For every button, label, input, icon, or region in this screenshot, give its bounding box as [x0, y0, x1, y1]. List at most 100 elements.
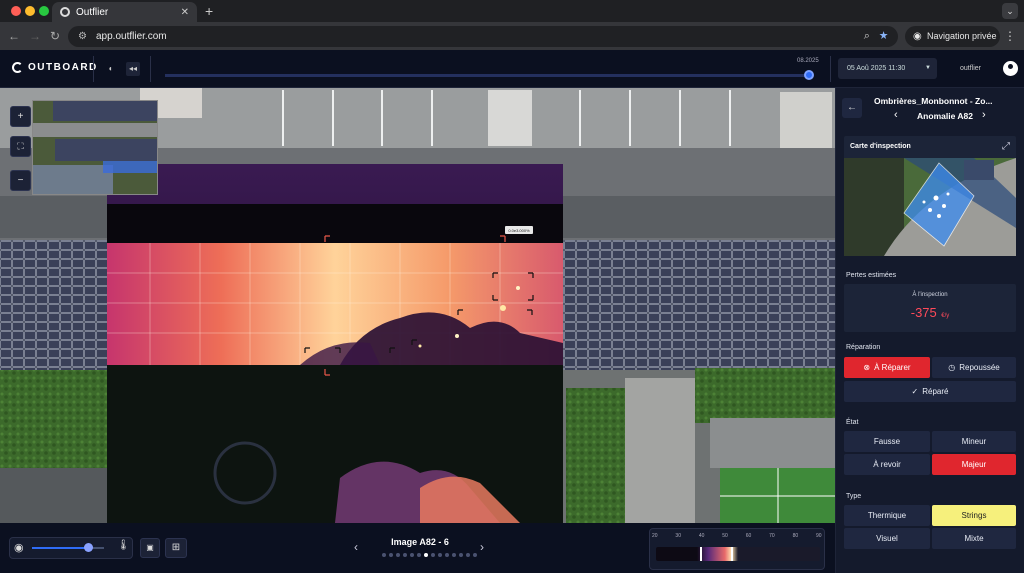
state-title: État: [846, 419, 859, 426]
type-title: Type: [846, 493, 862, 500]
previous-anomaly-icon[interactable]: ‹: [894, 109, 898, 121]
previous-image-icon[interactable]: ‹: [354, 540, 358, 554]
state-minor-button[interactable]: Mineur: [932, 431, 1016, 452]
temperature-gradient-bar[interactable]: [656, 547, 820, 561]
temperature-range-selection[interactable]: [700, 547, 734, 561]
back-button[interactable]: ←: [842, 98, 862, 118]
browser-toolbar: ← → ↻ ⚙ app.outflier.com ⌕ ★ ◉ Navigatio…: [0, 22, 1024, 50]
check-circle-icon: ✓: [911, 387, 919, 396]
incognito-icon: ◉: [913, 31, 922, 42]
pagination-dot[interactable]: [445, 553, 449, 557]
new-tab-icon[interactable]: +: [205, 3, 213, 19]
map-viewport[interactable]: 0.0e3.000% + ⛶ −: [0, 88, 835, 523]
eye-icon[interactable]: ◉: [14, 541, 24, 554]
pagination-dot[interactable]: [382, 553, 386, 557]
account-name: outflier: [960, 65, 982, 72]
state-review-button[interactable]: À revoir: [844, 454, 930, 475]
scale-tick-label: 70: [769, 533, 775, 539]
scale-tick-label: 90: [816, 533, 822, 539]
zoom-out-icon[interactable]: −: [10, 170, 31, 191]
grid-view-icon[interactable]: ⊞: [165, 538, 187, 558]
scale-tick-label: 40: [698, 533, 705, 539]
anomaly-tag: 0.0e3.000%: [508, 228, 530, 233]
timeline-slider[interactable]: [165, 70, 814, 80]
repair-fixed-button[interactable]: ✓ Réparé: [844, 381, 1016, 402]
reload-icon[interactable]: ↻: [50, 29, 60, 43]
repair-to-fix-button[interactable]: ⊗ À Réparer: [844, 357, 930, 378]
browser-tab[interactable]: Outflier ✕: [52, 2, 197, 22]
repair-title: Réparation: [846, 344, 881, 351]
type-strings-button[interactable]: Strings: [932, 505, 1016, 526]
anomaly-name: Anomalie A82: [917, 111, 973, 121]
scale-tick-label: 60: [745, 533, 752, 539]
state-major-button[interactable]: Majeur: [932, 454, 1016, 475]
logo-ring-icon: [12, 62, 23, 73]
contrast-toggle-icon[interactable]: ◐: [104, 62, 118, 76]
inspection-map-image[interactable]: [844, 158, 1016, 256]
scale-tick-label: 30: [675, 533, 681, 539]
image-pagination: [382, 553, 477, 557]
expand-icon[interactable]: ⤢: [1002, 141, 1010, 152]
site-name: Ombrières_Monbonnot - Zo...: [874, 96, 993, 106]
type-mixed-button[interactable]: Mixte: [932, 528, 1016, 549]
losses-value: -375: [910, 305, 937, 320]
back-arrow-icon[interactable]: ←: [8, 29, 20, 43]
pagination-dot[interactable]: [452, 553, 456, 557]
pagination-dot[interactable]: [424, 553, 428, 557]
inspection-map-card: Carte d'inspection ⤢: [844, 136, 1016, 256]
bookmark-star-icon[interactable]: ★: [879, 30, 888, 42]
type-thermal-button[interactable]: Thermique: [844, 505, 930, 526]
fit-view-icon[interactable]: ⛶: [10, 136, 31, 157]
state-false-button[interactable]: Fausse: [844, 431, 930, 452]
logo-text: OUTBOARD: [28, 62, 98, 73]
pagination-dot[interactable]: [396, 553, 400, 557]
pagination-dot[interactable]: [459, 553, 463, 557]
date-value: 05 Aoû 2025 11:30: [847, 65, 906, 72]
zoom-in-icon[interactable]: +: [10, 106, 31, 127]
single-view-icon[interactable]: ▣: [140, 538, 160, 558]
minimap-viewport-indicator: [103, 161, 157, 173]
pagination-dot[interactable]: [389, 553, 393, 557]
minimap[interactable]: [32, 100, 158, 195]
pagination-dot[interactable]: [403, 553, 407, 557]
zoom-icon[interactable]: ⌕: [864, 30, 870, 42]
type-visual-button[interactable]: Visuel: [844, 528, 930, 549]
rewind-icon[interactable]: ◂◂: [126, 62, 140, 76]
scale-tick-label: 50: [722, 533, 728, 539]
pagination-dot[interactable]: [473, 553, 477, 557]
next-anomaly-icon[interactable]: ›: [982, 109, 986, 121]
pagination-dot[interactable]: [410, 553, 414, 557]
minimize-window-icon[interactable]: [25, 6, 35, 16]
losses-title: Pertes estimées: [846, 272, 897, 279]
clock-icon: ◷: [948, 363, 956, 372]
date-selector[interactable]: 05 Aoû 2025 11:30 ▼: [838, 58, 937, 79]
maximize-window-icon[interactable]: [39, 6, 49, 16]
private-label: Navigation privée: [927, 31, 997, 41]
repair-postponed-button[interactable]: ◷ Repoussée: [932, 357, 1016, 378]
pagination-dot[interactable]: [466, 553, 470, 557]
outflier-favicon-icon: [60, 7, 70, 17]
close-window-icon[interactable]: [11, 6, 21, 16]
image-title: Image A82 - 6: [391, 537, 449, 547]
outboard-logo[interactable]: OUTBOARD: [12, 62, 98, 73]
pagination-dot[interactable]: [417, 553, 421, 557]
image-toolbar: ◉ 🌡 ▣ ⊞ ‹ Image A82 - 6 › 20 30 40 50 60 70 80…: [0, 523, 835, 573]
arrow-left-icon: ←: [847, 102, 857, 113]
timeline-handle[interactable]: [804, 70, 814, 80]
forward-arrow-icon[interactable]: →: [29, 29, 41, 43]
anomaly-panel: ← Ombrières_Monbonnot - Zo... ‹ Anomalie…: [835, 88, 1024, 573]
next-image-icon[interactable]: ›: [480, 540, 484, 554]
close-tab-icon[interactable]: ✕: [181, 7, 189, 18]
timeline-label: 08.2025: [797, 58, 819, 64]
private-browsing-badge[interactable]: ◉ Navigation privée: [905, 26, 1000, 47]
divider: [830, 56, 831, 82]
browser-menu-icon[interactable]: ⋮: [1004, 29, 1016, 43]
site-settings-icon[interactable]: ⚙: [78, 26, 87, 47]
opacity-slider[interactable]: [32, 543, 104, 552]
pagination-dot[interactable]: [431, 553, 435, 557]
user-avatar-icon[interactable]: [1003, 61, 1018, 76]
thermometer-icon[interactable]: 🌡: [117, 540, 130, 551]
tab-search-icon[interactable]: ⌄: [1002, 3, 1018, 19]
address-bar[interactable]: ⚙ app.outflier.com ⌕ ★: [68, 26, 898, 47]
pagination-dot[interactable]: [438, 553, 442, 557]
